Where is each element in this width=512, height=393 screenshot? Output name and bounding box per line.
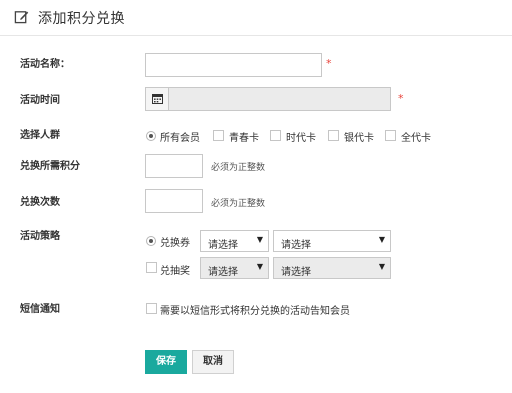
chevron-down-icon: ▼ — [378, 235, 385, 244]
audience-option-full-label: 全代卡 — [401, 133, 431, 144]
audience-option-era-checkbox[interactable] — [270, 130, 281, 141]
audience-option-era-label: 时代卡 — [286, 133, 316, 144]
times-input[interactable] — [145, 189, 203, 213]
activity-name-label: 活动名称： — [20, 59, 70, 70]
lottery-item-select[interactable]: 请选择 ▼ — [273, 257, 391, 279]
lottery-item-select-value: 请选择 — [281, 267, 311, 278]
coupon-type-select-value: 请选择 — [208, 240, 238, 251]
activity-name-input[interactable] — [145, 53, 322, 77]
chevron-down-icon: ▼ — [256, 235, 263, 244]
sms-label: 短信通知 — [20, 304, 60, 315]
chevron-down-icon: ▼ — [256, 262, 263, 271]
cancel-button[interactable]: 取消 — [192, 350, 234, 374]
sms-notify-label: 需要以短信形式将积分兑换的活动告知会员 — [160, 306, 350, 317]
points-hint: 必须为正整数 — [211, 163, 266, 173]
audience-option-all-label: 所有会员 — [160, 133, 200, 144]
points-input[interactable] — [145, 154, 203, 178]
coupon-item-select-value: 请选择 — [281, 240, 311, 251]
audience-option-all-radio[interactable] — [146, 131, 156, 141]
times-label: 兑换次数 — [20, 197, 60, 208]
times-hint: 必须为正整数 — [211, 199, 266, 209]
audience-option-youth-checkbox[interactable] — [213, 130, 224, 141]
calendar-button[interactable] — [146, 88, 169, 110]
strategy-coupon-radio[interactable] — [146, 236, 156, 246]
page-title: 添加积分兑换 — [38, 11, 125, 27]
save-button[interactable]: 保存 — [145, 350, 187, 374]
audience-option-full-checkbox[interactable] — [385, 130, 396, 141]
activity-name-required: * — [326, 57, 332, 70]
strategy-lottery-label: 兑抽奖 — [160, 266, 190, 277]
audience-option-silver-checkbox[interactable] — [328, 130, 339, 141]
strategy-coupon-label: 兑换券 — [160, 238, 190, 249]
activity-time-required: * — [398, 92, 404, 105]
audience-option-silver-label: 银代卡 — [344, 133, 374, 144]
activity-time-field[interactable] — [145, 87, 391, 111]
calendar-icon — [152, 94, 163, 104]
points-label: 兑换所需积分 — [20, 161, 80, 172]
lottery-type-select-value: 请选择 — [208, 267, 238, 278]
strategy-label: 活动策略 — [20, 231, 60, 242]
activity-time-label: 活动时间 — [20, 95, 60, 106]
edit-icon — [14, 11, 29, 24]
chevron-down-icon: ▼ — [378, 262, 385, 271]
sms-notify-checkbox[interactable] — [146, 303, 157, 314]
lottery-type-select[interactable]: 请选择 ▼ — [200, 257, 269, 279]
coupon-item-select[interactable]: 请选择 ▼ — [273, 230, 391, 252]
audience-label: 选择人群 — [20, 130, 60, 141]
page-header: 添加积分兑换 — [0, 0, 512, 36]
strategy-lottery-checkbox[interactable] — [146, 262, 157, 273]
coupon-type-select[interactable]: 请选择 ▼ — [200, 230, 269, 252]
audience-option-youth-label: 青春卡 — [229, 133, 259, 144]
